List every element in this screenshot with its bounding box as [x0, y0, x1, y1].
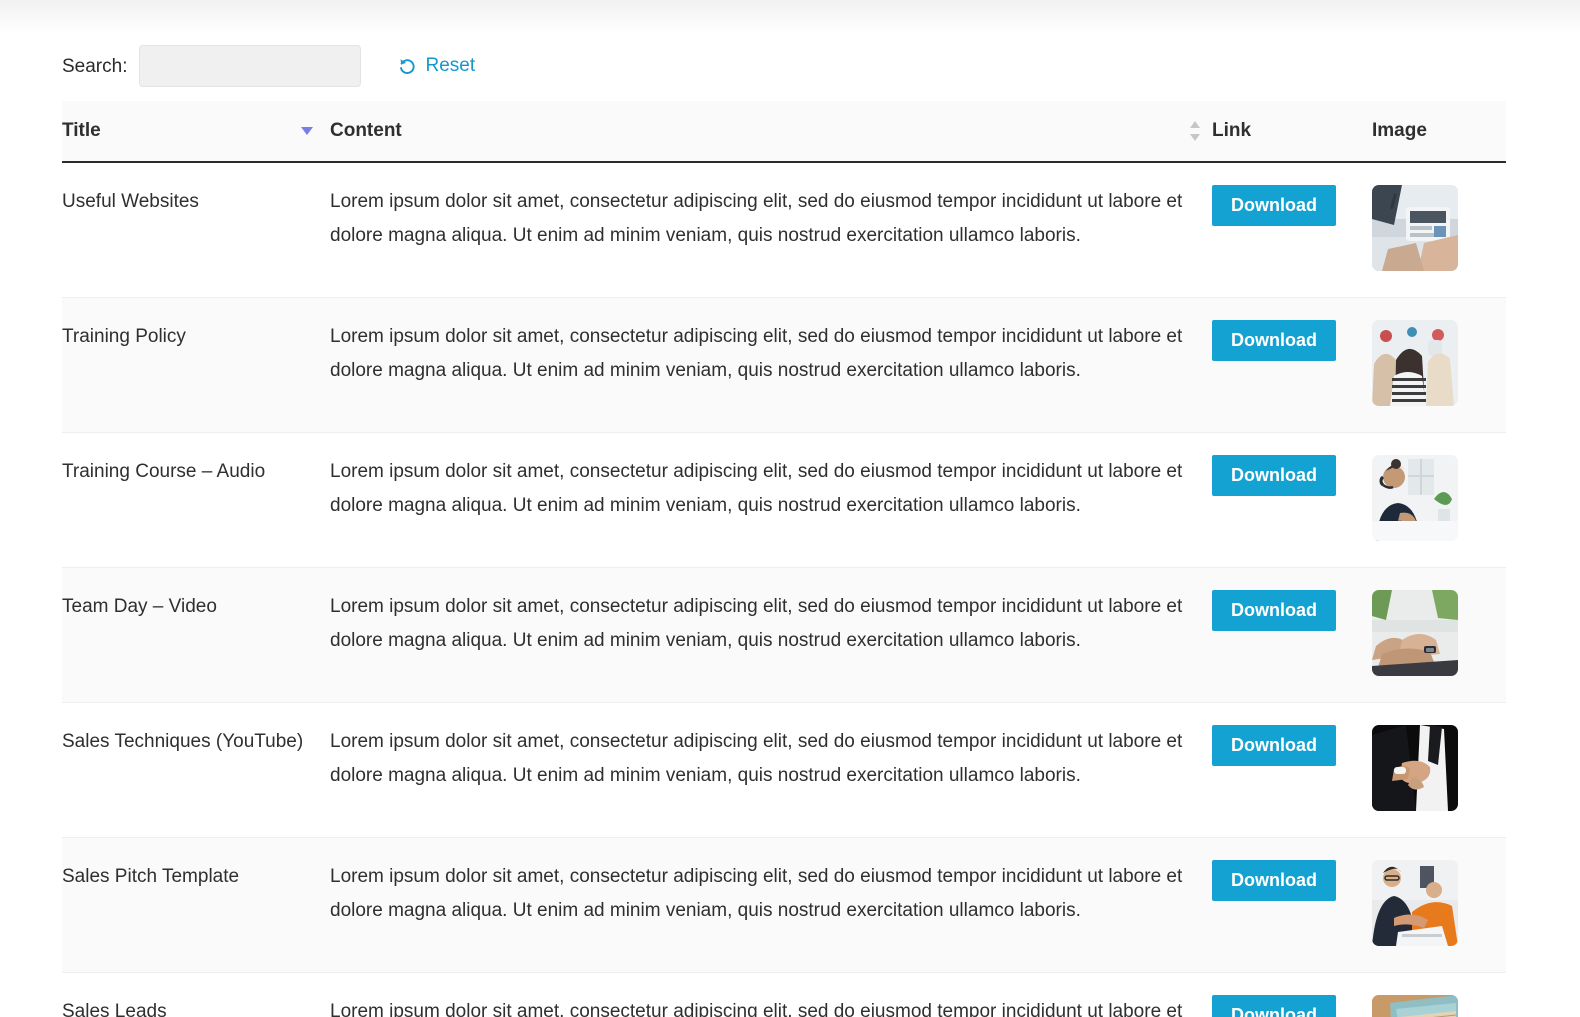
cell-content: Lorem ipsum dolor sit amet, consectetur …	[330, 837, 1212, 973]
cell-title: Sales Pitch Template	[62, 837, 330, 973]
cell-content: Lorem ipsum dolor sit amet, consectetur …	[330, 432, 1212, 568]
thumbnail-image	[1372, 590, 1458, 676]
cell-image	[1372, 837, 1506, 973]
cell-title: Useful Websites	[62, 162, 330, 298]
cell-link: Download	[1212, 432, 1372, 568]
cell-content: Lorem ipsum dolor sit amet, consectetur …	[330, 297, 1212, 433]
download-button[interactable]: Download	[1212, 320, 1336, 361]
column-header-title-label: Title	[62, 120, 101, 141]
column-header-content-label: Content	[330, 120, 402, 141]
reset-button[interactable]: Reset	[397, 55, 475, 77]
cell-title: Training Policy	[62, 297, 330, 433]
download-button[interactable]: Download	[1212, 995, 1336, 1017]
thumbnail-image	[1372, 860, 1458, 946]
thumbnail-image	[1372, 185, 1458, 271]
undo-arrow-icon	[397, 56, 417, 76]
cell-link: Download	[1212, 702, 1372, 838]
table-row: Sales Techniques (YouTube) Lorem ipsum d…	[62, 702, 1506, 838]
column-header-link-label: Link	[1212, 120, 1252, 141]
cell-link: Download	[1212, 297, 1372, 433]
cell-link: Download	[1212, 837, 1372, 973]
cell-content: Lorem ipsum dolor sit amet, consectetur …	[330, 702, 1212, 838]
table-row: Useful Websites Lorem ipsum dolor sit am…	[62, 162, 1506, 298]
download-button[interactable]: Download	[1212, 860, 1336, 901]
table-row: Sales Leads Lorem ipsum dolor sit amet, …	[62, 972, 1506, 1017]
table-row: Team Day – Video Lorem ipsum dolor sit a…	[62, 567, 1506, 703]
cell-image	[1372, 432, 1506, 568]
thumbnail-image	[1372, 995, 1458, 1017]
documents-table-wrapper: Title Content Link Image Useful Websites…	[62, 101, 1506, 1017]
cell-title: Sales Leads	[62, 972, 330, 1017]
cell-image	[1372, 297, 1506, 433]
cell-link: Download	[1212, 972, 1372, 1017]
table-row: Training Policy Lorem ipsum dolor sit am…	[62, 297, 1506, 433]
cell-link: Download	[1212, 162, 1372, 298]
column-header-image-label: Image	[1372, 120, 1427, 141]
thumbnail-image	[1372, 725, 1458, 811]
triangle-down-icon[interactable]	[300, 121, 314, 141]
download-button[interactable]: Download	[1212, 725, 1336, 766]
table-body: Useful Websites Lorem ipsum dolor sit am…	[62, 162, 1506, 1017]
table-row: Training Course – Audio Lorem ipsum dolo…	[62, 432, 1506, 568]
cell-image	[1372, 702, 1506, 838]
cell-link: Download	[1212, 567, 1372, 703]
table-row: Sales Pitch Template Lorem ipsum dolor s…	[62, 837, 1506, 973]
column-header-image: Image	[1372, 101, 1506, 163]
document-library-page: Search: Reset Title Content Link Image U…	[0, 0, 1580, 1017]
search-label: Search:	[62, 55, 128, 77]
reset-label: Reset	[425, 55, 476, 76]
table-header: Title Content Link Image	[62, 101, 1506, 163]
thumbnail-image	[1372, 455, 1458, 541]
cell-content: Lorem ipsum dolor sit amet, consectetur …	[330, 162, 1212, 298]
download-button[interactable]: Download	[1212, 185, 1336, 226]
download-button[interactable]: Download	[1212, 455, 1336, 496]
container-top-shadow	[0, 0, 1580, 34]
cell-content: Lorem ipsum dolor sit amet, consectetur …	[330, 972, 1212, 1017]
search-input[interactable]	[139, 45, 362, 87]
sort-updown-icon[interactable]	[1188, 121, 1202, 141]
cell-image	[1372, 972, 1506, 1017]
cell-image	[1372, 567, 1506, 703]
download-button[interactable]: Download	[1212, 590, 1336, 631]
column-header-content[interactable]: Content	[330, 101, 1212, 163]
documents-table: Title Content Link Image Useful Websites…	[62, 101, 1506, 1017]
cell-image	[1372, 162, 1506, 298]
thumbnail-image	[1372, 320, 1458, 406]
search-bar: Search: Reset	[62, 45, 475, 87]
column-header-title[interactable]: Title	[62, 101, 330, 163]
table-header-row: Title Content Link Image	[62, 101, 1506, 163]
cell-title: Team Day – Video	[62, 567, 330, 703]
cell-content: Lorem ipsum dolor sit amet, consectetur …	[330, 567, 1212, 703]
cell-title: Training Course – Audio	[62, 432, 330, 568]
column-header-link: Link	[1212, 101, 1372, 163]
cell-title: Sales Techniques (YouTube)	[62, 702, 330, 838]
